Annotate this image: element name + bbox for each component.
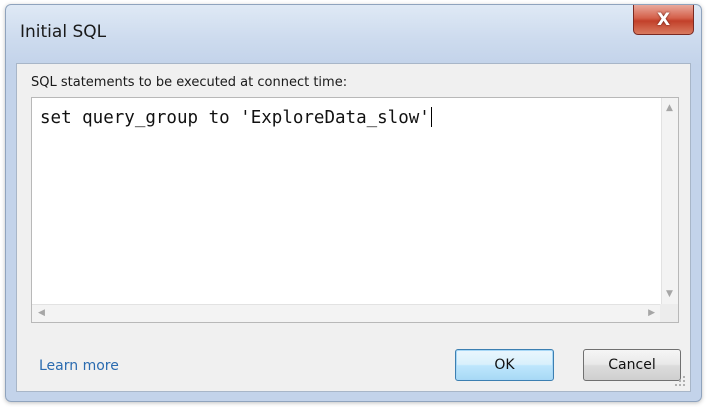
ok-button-label: OK — [494, 357, 515, 373]
scroll-down-icon[interactable]: ▼ — [666, 290, 673, 299]
scrollbar-corner — [660, 304, 678, 322]
dialog-body: SQL statements to be executed at connect… — [16, 63, 691, 392]
scroll-right-icon[interactable]: ▶ — [648, 309, 655, 318]
sql-editor-text[interactable]: set query_group to 'ExploreData_slow' — [40, 107, 432, 128]
cancel-button[interactable]: Cancel — [583, 349, 681, 381]
vertical-scrollbar[interactable]: ▲ ▼ — [661, 98, 678, 305]
text-caret — [430, 107, 432, 127]
sql-editor[interactable]: set query_group to 'ExploreData_slow' ▲ … — [31, 97, 679, 323]
cancel-button-label: Cancel — [608, 357, 656, 373]
sql-editor-value: set query_group to 'ExploreData_slow' — [40, 108, 430, 128]
title-bar[interactable]: Initial SQL X — [6, 5, 701, 63]
dialog-title: Initial SQL — [20, 22, 107, 42]
ok-button[interactable]: OK — [455, 349, 554, 381]
close-button[interactable]: X — [633, 5, 694, 35]
sql-statements-label: SQL statements to be executed at connect… — [31, 75, 348, 90]
resize-grip-icon[interactable] — [674, 375, 686, 387]
horizontal-scrollbar[interactable]: ◀ ▶ — [32, 304, 661, 322]
scroll-up-icon[interactable]: ▲ — [666, 104, 673, 113]
learn-more-link[interactable]: Learn more — [39, 358, 119, 374]
initial-sql-dialog: Initial SQL X SQL statements to be execu… — [5, 4, 702, 402]
scroll-left-icon[interactable]: ◀ — [38, 309, 45, 318]
close-icon: X — [656, 9, 671, 30]
